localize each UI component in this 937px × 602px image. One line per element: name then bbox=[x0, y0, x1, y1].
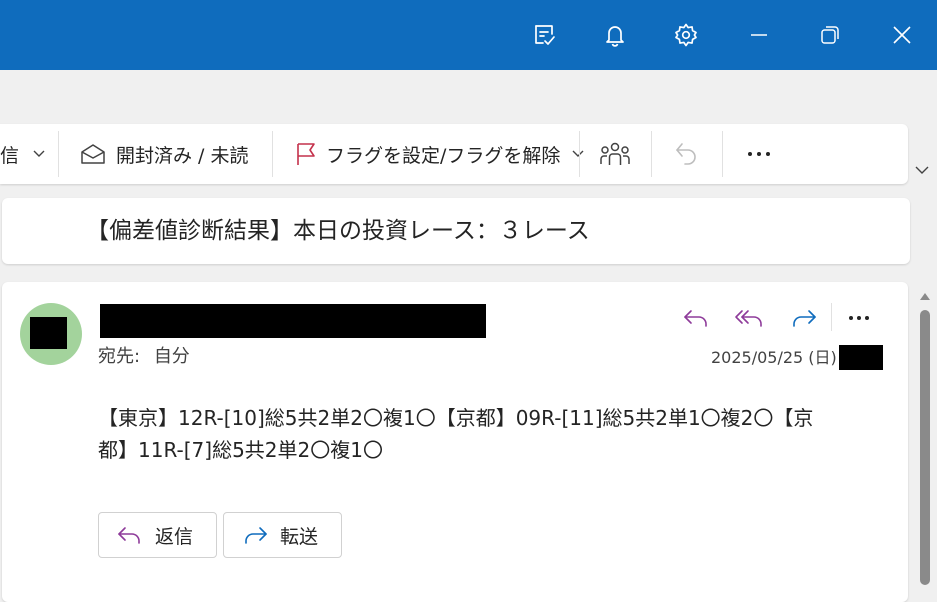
reply-icon bbox=[684, 310, 707, 327]
chevron-down-icon bbox=[33, 150, 45, 157]
reply-all-icon bbox=[735, 310, 762, 327]
minimize-icon[interactable] bbox=[741, 17, 777, 53]
mark-read-unread-button[interactable]: 開封済み / 未読 bbox=[80, 124, 248, 184]
forward-action-button[interactable] bbox=[786, 302, 822, 334]
bell-icon[interactable] bbox=[597, 17, 633, 53]
to-label: 宛先: bbox=[98, 346, 141, 367]
ribbon-divider bbox=[722, 131, 723, 177]
message-card: 宛先: 自分 2025/05/25 (日) 【東京】12R-[10]総5共2単2… bbox=[2, 282, 908, 602]
message-body: 【東京】12R-[10]総5共2単2〇複1〇【京都】09R-[11]総5共2単1… bbox=[98, 402, 858, 466]
close-icon[interactable] bbox=[884, 17, 920, 53]
reply-button-label: 返信 bbox=[155, 525, 194, 548]
ribbon-divider bbox=[651, 131, 652, 177]
restore-icon[interactable] bbox=[812, 17, 848, 53]
ribbon-divider bbox=[58, 131, 59, 177]
redacted-time bbox=[839, 345, 883, 370]
redacted-avatar-initials bbox=[30, 317, 67, 349]
envelope-open-icon bbox=[81, 144, 105, 164]
reply-action-button[interactable] bbox=[678, 302, 714, 334]
message-more-button[interactable] bbox=[841, 302, 877, 334]
message-date: 2025/05/25 (日) bbox=[711, 348, 837, 367]
recipient-line: 宛先: 自分 bbox=[98, 344, 190, 370]
message-body-line: 都】11R-[7]総5共2単2〇複1〇 bbox=[98, 438, 383, 462]
chevron-down-icon bbox=[915, 166, 929, 174]
title-bar bbox=[0, 0, 937, 70]
scrollbar-thumb[interactable] bbox=[920, 310, 930, 585]
triangle-up-icon bbox=[920, 292, 930, 300]
reply-icon bbox=[118, 527, 140, 544]
reply-dropdown-button[interactable]: 信 bbox=[0, 124, 45, 184]
subject-card: 【偏差値診断結果】本日の投資レース：３レース bbox=[2, 198, 910, 264]
reply-all-action-button[interactable] bbox=[731, 302, 767, 334]
flag-label: フラグを設定/フラグを解除 bbox=[326, 144, 561, 167]
to-value[interactable]: 自分 bbox=[154, 346, 190, 367]
more-icon bbox=[748, 152, 770, 156]
people-group-icon bbox=[600, 142, 630, 165]
more-options-button[interactable] bbox=[747, 124, 771, 184]
action-divider bbox=[831, 303, 832, 331]
flag-icon bbox=[297, 143, 315, 165]
scroll-up-button[interactable] bbox=[918, 290, 932, 302]
reply-button[interactable]: 返信 bbox=[98, 512, 217, 558]
forward-button-label: 転送 bbox=[280, 525, 319, 548]
ribbon-toolbar: 信 開封済み / 未読 フラグを設定/フラグを解除 bbox=[0, 124, 908, 184]
more-icon bbox=[849, 316, 869, 320]
ribbon-divider bbox=[579, 131, 580, 177]
tasks-icon[interactable] bbox=[526, 17, 562, 53]
forward-icon bbox=[245, 527, 267, 544]
message-body-line: 【東京】12R-[10]総5共2単2〇複1〇【京都】09R-[11]総5共2単1… bbox=[98, 406, 814, 430]
undo-button[interactable] bbox=[673, 124, 701, 184]
gear-icon[interactable] bbox=[668, 17, 704, 53]
groups-button[interactable] bbox=[599, 124, 631, 184]
forward-button[interactable]: 転送 bbox=[223, 512, 342, 558]
ribbon-expand-button[interactable] bbox=[912, 160, 932, 180]
undo-icon bbox=[676, 143, 696, 165]
mark-read-label: 開封済み / 未読 bbox=[116, 144, 249, 167]
ribbon-divider bbox=[272, 131, 273, 177]
avatar[interactable] bbox=[20, 303, 82, 365]
message-subject: 【偏差値診断結果】本日の投資レース：３レース bbox=[86, 218, 590, 244]
redacted-sender-name bbox=[100, 304, 486, 338]
forward-icon bbox=[793, 310, 816, 327]
reply-button-label: 信 bbox=[0, 144, 20, 167]
flag-button[interactable]: フラグを設定/フラグを解除 bbox=[294, 124, 584, 184]
